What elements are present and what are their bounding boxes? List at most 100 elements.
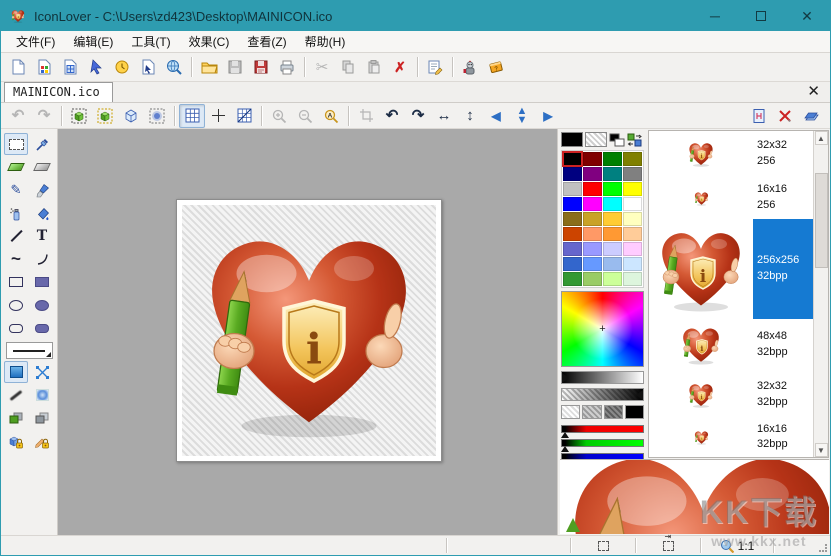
green-slider[interactable] [561,439,644,452]
document-tab[interactable]: MAINICON.ico [4,82,113,102]
shift-right-button[interactable]: ▶ [535,104,561,128]
color-picker-tool[interactable] [30,133,54,155]
palette-swatch[interactable] [583,152,602,166]
guides-toggle-button[interactable] [231,104,257,128]
fill-tool[interactable] [30,202,54,224]
draw-mode2-button[interactable] [92,104,118,128]
palette-swatch[interactable] [583,257,602,271]
palette-swatch[interactable] [603,272,622,286]
palette-swatch[interactable] [563,182,582,196]
new-animated-cursor-button[interactable] [109,55,135,79]
palette-swatch[interactable] [623,212,642,226]
cut-button[interactable]: ✂ [309,55,335,79]
delete-button[interactable]: ✗ [387,55,413,79]
scatter-mode[interactable] [30,361,54,383]
palette-swatch[interactable] [563,272,582,286]
soft-brush-mode[interactable] [30,384,54,406]
paste-button[interactable] [361,55,387,79]
select-tool[interactable] [4,133,28,155]
list-item[interactable]: 32x32 256 [649,131,813,178]
rounded-rect-tool[interactable] [4,317,28,339]
zoom-out-button[interactable] [292,104,318,128]
rotate-right-button[interactable]: ↷ [405,104,431,128]
tab-close-button[interactable]: ✕ [803,82,824,102]
menu-file[interactable]: 文件(F) [7,31,64,52]
background-color-swatch[interactable] [585,132,607,147]
palette-swatch[interactable] [563,227,582,241]
palette-swatch[interactable] [623,197,642,211]
minimize-button[interactable]: ─ [692,1,738,31]
palette-swatch[interactable] [562,151,583,167]
red-slider[interactable] [561,425,644,438]
grid-toggle-button[interactable] [179,103,205,128]
shift-left-button[interactable]: ◀ [483,104,509,128]
new-file-button[interactable] [5,55,31,79]
wireframe-button[interactable] [118,104,144,128]
brightness-slider[interactable] [561,371,644,384]
crop-button[interactable] [353,104,379,128]
zoom-pane[interactable]: 1:1 [701,536,773,555]
lock-colors-button[interactable] [30,430,54,452]
palette-swatch[interactable] [563,242,582,256]
pencil-tool[interactable]: ✎ [4,179,28,201]
palette-swatch[interactable] [583,242,602,256]
ellipse-tool[interactable] [4,294,28,316]
list-item[interactable]: 48x48 32bpp [649,319,813,372]
palette-swatch[interactable] [583,227,602,241]
palette-swatch[interactable] [563,167,582,181]
zoom-in-button[interactable] [266,104,292,128]
delete-frame-button[interactable] [772,104,798,128]
curve-tool[interactable]: ~ [4,248,28,270]
palette-swatch[interactable] [563,212,582,226]
menu-view[interactable]: 查看(Z) [238,31,295,52]
brightness-marker[interactable] [562,373,569,383]
redo-button[interactable]: ↷ [31,104,57,128]
palette-swatch[interactable] [623,167,642,181]
close-button[interactable]: ✕ [784,1,830,31]
palette-swatch[interactable] [563,197,582,211]
line-width-selector[interactable] [5,342,53,359]
replace-color2-mode[interactable] [30,407,54,429]
alpha-preset-50[interactable] [582,405,602,419]
alpha-preset-75[interactable] [603,405,623,419]
flip-vertical-button[interactable]: ↕ [457,104,483,128]
resize-grip[interactable] [814,536,830,555]
palette-swatch[interactable] [583,272,602,286]
list-item-selected[interactable]: 256x256 32bpp [649,218,813,319]
palette-swatch[interactable] [603,227,622,241]
image-frame[interactable] [176,199,442,462]
palette-swatch[interactable] [603,242,622,256]
list-item[interactable]: 16x16 32bpp [649,418,813,457]
search-icons-button[interactable] [161,55,187,79]
shift-vertical-button[interactable]: ▲ ▼ [509,104,535,128]
scroll-down-icon[interactable]: ▼ [814,443,828,457]
menu-edit[interactable]: 编辑(E) [64,31,122,52]
draw-mode-button[interactable] [66,104,92,128]
new-cursor-button[interactable] [83,55,109,79]
palette-swatch[interactable] [563,257,582,271]
palette-swatch[interactable] [603,182,622,196]
properties-button[interactable] [422,55,448,79]
open-button[interactable] [196,55,222,79]
palette-swatch[interactable] [623,257,642,271]
soft-selection-button[interactable] [144,104,170,128]
new-cursor-from-image-button[interactable] [135,55,161,79]
hsv-color-picker[interactable]: + [561,291,644,367]
palette-swatch[interactable] [603,212,622,226]
green-slider-marker[interactable] [561,446,569,452]
palette-swatch[interactable] [603,257,622,271]
alpha-preset-25[interactable] [561,405,581,419]
alpha-preset-100[interactable] [624,405,644,419]
maximize-button[interactable] [738,1,784,31]
palette-swatch[interactable] [603,167,622,181]
help-button[interactable]: ? [483,55,509,79]
eraser-soft-tool[interactable] [30,156,54,178]
frames-button[interactable] [746,104,772,128]
crosshair-toggle-button[interactable] [205,104,231,128]
smooth-mode[interactable] [4,384,28,406]
save-all-button[interactable] [248,55,274,79]
opacity-slider[interactable] [561,388,644,401]
spray-tool[interactable] [4,202,28,224]
zoom-actual-button[interactable]: A [318,104,344,128]
opacity-marker[interactable] [636,390,643,400]
